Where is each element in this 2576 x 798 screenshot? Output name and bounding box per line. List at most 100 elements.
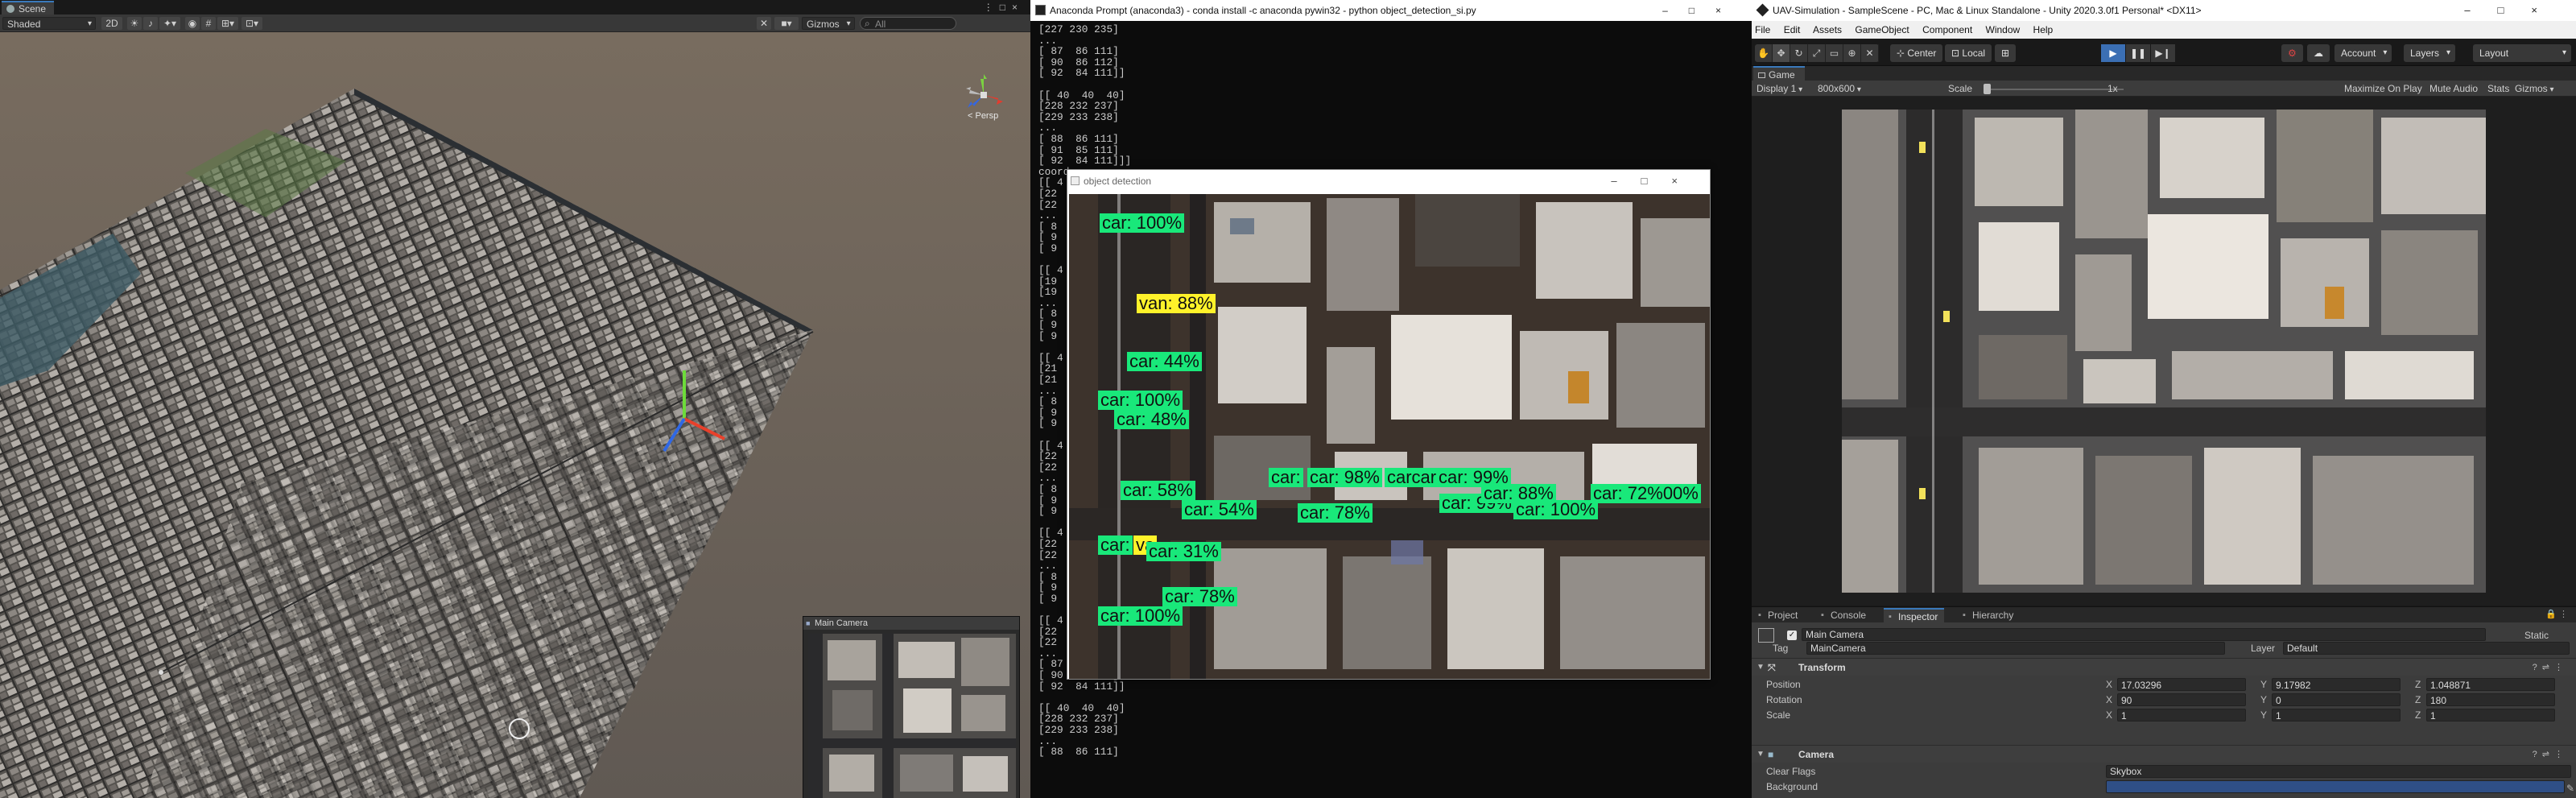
car-detection-label: car: 78% [1298, 503, 1373, 523]
stats-toggle[interactable]: Stats [2487, 82, 2509, 95]
camera-icon[interactable]: ■▾ [774, 17, 799, 30]
car-detection-label: car: [1269, 468, 1303, 487]
tab-hierarchy[interactable]: Hierarchy [1958, 608, 2020, 623]
account-dropdown[interactable]: Account [2334, 44, 2392, 62]
rect-tool-icon[interactable]: ▭ [1826, 44, 1843, 62]
object-detection-window: object detection –□× car: 100% van: 88% … [1067, 169, 1711, 680]
car-detection-label: car: 58% [1121, 481, 1195, 500]
position-z-value[interactable]: 1.048871 [2426, 678, 2555, 691]
scale-slider-handle[interactable] [1984, 84, 1991, 94]
display-dropdown[interactable]: Display 1 [1757, 82, 1802, 97]
scale-x-value[interactable]: 1 [2117, 709, 2246, 722]
menu-gameobject[interactable]: GameObject [1855, 24, 1909, 35]
custom-tool-icon[interactable]: ✕ [1861, 44, 1879, 62]
lighting-icon[interactable]: ☀ [127, 17, 142, 30]
car-detection-label: carcar [1385, 468, 1439, 487]
menu-edit[interactable]: Edit [1784, 24, 1801, 35]
rotation-y-value[interactable]: 0 [2272, 693, 2401, 706]
tab-scene[interactable]: Scene [2, 1, 55, 14]
menu-assets[interactable]: Assets [1813, 24, 1842, 35]
audio-icon[interactable]: ♪ [143, 17, 158, 30]
grid-icon[interactable]: # [201, 17, 216, 30]
console-line: [228 232 237] [1038, 100, 1119, 113]
game-gizmos-dropdown[interactable]: Gizmos [2515, 82, 2553, 97]
snap-icon[interactable]: ⊞▾ [217, 17, 238, 30]
hidden-objects-icon[interactable]: ◉ [185, 17, 200, 30]
pivot-center-toggle[interactable]: ⊹ Center [1890, 44, 1943, 62]
scale-z-value[interactable]: 1 [2426, 709, 2555, 722]
perspective-label[interactable]: < Persp [968, 111, 998, 121]
tag-dropdown[interactable]: MainCamera [1806, 642, 2225, 655]
game-gizmos-label: Gizmos [2515, 83, 2548, 94]
hand-tool-icon[interactable]: ✋ [1755, 44, 1773, 62]
menu-file[interactable]: File [1755, 24, 1770, 35]
move-tool-icon[interactable]: ✥ [1773, 44, 1790, 62]
console-line: [ 91 85 111] [1038, 143, 1119, 156]
resolution-dropdown[interactable]: 800x600 [1818, 82, 1861, 97]
component-menu-icon[interactable]: ?⇌⋮ [2533, 659, 2568, 676]
eyedropper-icon[interactable]: ✎ [2566, 780, 2574, 796]
tab-inspector[interactable]: Inspector [1884, 608, 1945, 625]
car-detection-label: car: [1098, 535, 1133, 555]
mute-audio-toggle[interactable]: Mute Audio [2429, 82, 2478, 95]
effects-icon[interactable]: ✦▾ [159, 17, 180, 30]
layer-dropdown[interactable]: Default [2283, 642, 2570, 655]
panel-menu-icon[interactable]: ⋮□× [984, 2, 1024, 13]
camera-menu-icon[interactable]: ?⇌⋮ [2533, 746, 2568, 763]
transform-tools: ✋ ✥ ↻ ⤢ ▭ ⊕ ✕ [1755, 44, 1879, 62]
console-line: [ 92 84 111]] [1038, 680, 1125, 693]
rotation-z-value[interactable]: 180 [2426, 693, 2555, 706]
account-label: Account [2341, 48, 2376, 59]
step-button[interactable]: ▶❙ [2151, 44, 2175, 62]
cloud-icon[interactable]: ☁ [2307, 44, 2330, 62]
scale-y-value[interactable]: 1 [2272, 709, 2401, 722]
console-window-controls[interactable]: –□× [1662, 0, 1742, 21]
clear-flags-dropdown[interactable]: Skybox [2106, 765, 2571, 778]
menu-component[interactable]: Component [1922, 24, 1972, 35]
tools-icon[interactable]: ✕ [757, 17, 771, 30]
menu-help[interactable]: Help [2033, 24, 2054, 35]
tab-game[interactable]: Game [1753, 66, 1805, 81]
scene-viewport[interactable]: < Persp Main Camera [0, 32, 1030, 798]
scale-slider-track[interactable] [1987, 89, 2124, 90]
bottom-tab-bar: Project Console Inspector Hierarchy 🔒 ⋮ [1752, 606, 2576, 625]
detection-labels: car: 100% van: 88% car: 44% car: 100% car: 4… [1069, 194, 1710, 679]
grid-snap-icon[interactable]: ⊞ [1995, 44, 2017, 62]
maximize-on-play-toggle[interactable]: Maximize On Play [2344, 82, 2422, 95]
tab-project[interactable]: Project [1753, 608, 1804, 623]
collab-icon[interactable]: ⚙ [2281, 44, 2303, 62]
toggle-2d-button[interactable]: 2D [101, 17, 122, 30]
camera-settings-icon[interactable]: ⊡▾ [242, 17, 262, 30]
shading-mode-dropdown[interactable]: Shaded [2, 17, 96, 31]
scene-search-input[interactable]: All [860, 17, 956, 30]
unity-window: UAV-Simulation - SampleScene - PC, Mac &… [1752, 0, 2576, 798]
unity-window-controls[interactable]: –□× [2464, 0, 2565, 21]
game-render [1842, 110, 2486, 593]
pause-button[interactable]: ❚❚ [2126, 44, 2150, 62]
rotate-tool-icon[interactable]: ↻ [1790, 44, 1808, 62]
position-y-value[interactable]: 9.17982 [2272, 678, 2401, 691]
transform-tool-icon[interactable]: ⊕ [1843, 44, 1861, 62]
tab-menu-icon[interactable]: 🔒 ⋮ [2545, 609, 2568, 619]
gizmos-dropdown[interactable]: Gizmos [802, 17, 855, 31]
rotation-row: Rotation X 90 Y0 Z 180 [1752, 692, 2576, 708]
menu-window[interactable]: Window [1986, 24, 2021, 35]
console-line: [228 232 237] [1038, 713, 1119, 726]
rotation-x-value[interactable]: 90 [2117, 693, 2246, 706]
pivot-local-toggle[interactable]: ⊡ Local [1945, 44, 1992, 62]
inspector-panel: ✓ Main Camera Static Tag MainCamera Laye… [1752, 622, 2576, 798]
tab-console[interactable]: Console [1816, 608, 1872, 623]
game-view[interactable] [1752, 97, 2576, 606]
scale-tool-icon[interactable]: ⤢ [1808, 44, 1826, 62]
detection-window-controls[interactable]: –□× [1611, 170, 1702, 192]
background-color-field[interactable] [2106, 780, 2565, 793]
transform-header[interactable]: ▼ ⤧ Transform ?⇌⋮ [1752, 658, 2576, 676]
layout-dropdown[interactable]: Layout [2473, 44, 2571, 62]
play-button[interactable]: ▶ [2101, 44, 2125, 62]
console-line: [ 92 84 111]] [1038, 67, 1125, 80]
layers-dropdown[interactable]: Layers [2404, 44, 2456, 62]
camera-header[interactable]: ▼ ■ Camera ?⇌⋮ [1752, 745, 2576, 763]
object-name-field[interactable]: Main Camera [1802, 628, 2486, 641]
active-checkbox[interactable]: ✓ [1787, 631, 1797, 640]
position-x-value[interactable]: 17.03296 [2117, 678, 2246, 691]
